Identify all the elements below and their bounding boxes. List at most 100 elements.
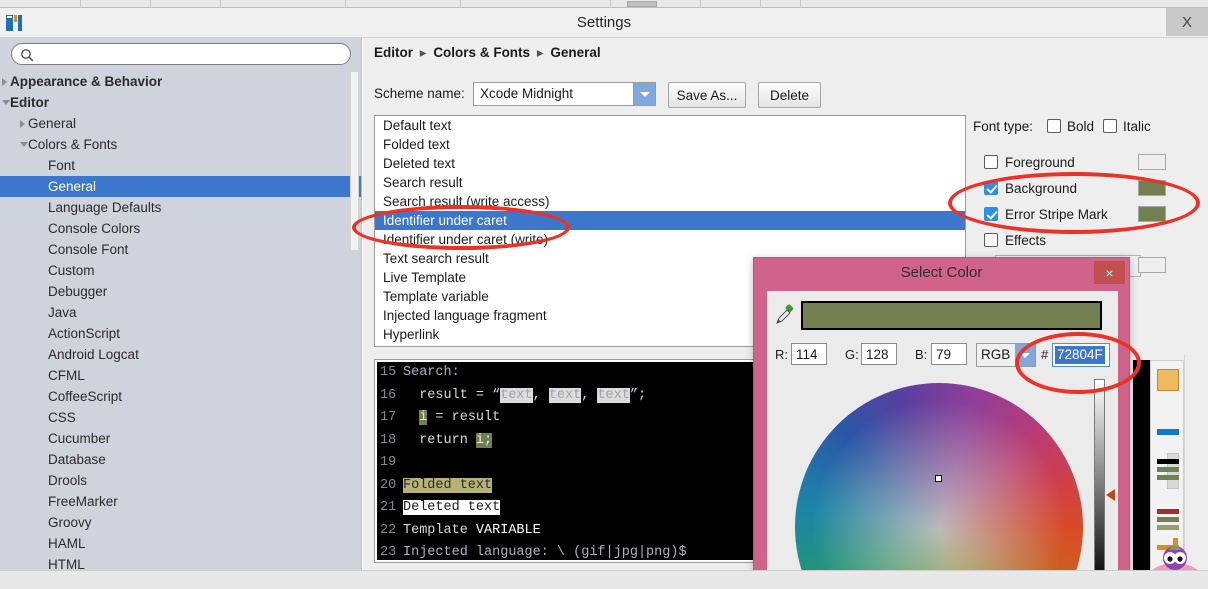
- sidebar-item-html[interactable]: HTML: [0, 554, 361, 570]
- attribute-row[interactable]: Default text: [375, 116, 965, 135]
- sidebar-item-label: Editor: [10, 95, 49, 110]
- foreground-checkbox[interactable]: [984, 155, 998, 169]
- sidebar-item-label: General: [28, 116, 77, 131]
- attribute-row[interactable]: Search result: [375, 173, 965, 192]
- font-type-label: Font type:: [973, 119, 1034, 134]
- chevron-down-icon[interactable]: [2, 100, 10, 105]
- sidebar-item-groovy[interactable]: Groovy: [0, 512, 361, 533]
- code-segment: ,: [581, 387, 598, 403]
- foreground-label: Foreground: [1005, 155, 1075, 170]
- sidebar-item-language-defaults[interactable]: Language Defaults: [0, 197, 361, 218]
- chevron-down-icon[interactable]: [1015, 344, 1035, 366]
- italic-checkbox[interactable]: [1103, 119, 1117, 133]
- attribute-row[interactable]: Identifier under caret (write): [375, 230, 965, 249]
- foreground-color-swatch[interactable]: [1138, 154, 1166, 170]
- code-segment: return: [403, 432, 476, 448]
- sidebar-item-haml[interactable]: HAML: [0, 533, 361, 554]
- sidebar-item-freemarker[interactable]: FreeMarker: [0, 491, 361, 512]
- scheme-name-dropdown[interactable]: Xcode Midnight: [473, 82, 656, 106]
- background-toolbar-strip: [0, 0, 1208, 8]
- code-segment: Folded text: [403, 477, 493, 493]
- channel-b-label: B:: [915, 347, 928, 362]
- background-checkbox[interactable]: [984, 181, 998, 195]
- sidebar-item-appearance-behavior[interactable]: Appearance & Behavior: [0, 71, 361, 92]
- effects-checkbox[interactable]: [984, 233, 998, 247]
- sidebar-item-label: Java: [48, 305, 77, 320]
- scheme-name-label: Scheme name:: [374, 86, 465, 101]
- search-input[interactable]: [38, 45, 344, 63]
- color-wheel-marker[interactable]: [935, 475, 942, 482]
- foreground-row: Foreground: [973, 151, 1205, 177]
- sidebar-item-label: General: [48, 179, 97, 194]
- breadcrumb-part-colors-fonts[interactable]: Colors & Fonts: [433, 45, 530, 60]
- error-stripe-mark[interactable]: [1157, 475, 1179, 480]
- sidebar-item-debugger[interactable]: Debugger: [0, 281, 361, 302]
- sidebar-item-colors-fonts[interactable]: Colors & Fonts: [0, 134, 361, 155]
- error-stripe-checkbox[interactable]: [984, 207, 998, 221]
- sidebar-item-label: Android Logcat: [48, 347, 139, 362]
- sidebar-item-cucumber[interactable]: Cucumber: [0, 428, 361, 449]
- window-close-button[interactable]: X: [1166, 8, 1208, 36]
- background-color-swatch[interactable]: [1138, 180, 1166, 196]
- hex-color-field[interactable]: 72804F: [1052, 343, 1110, 367]
- save-as-button[interactable]: Save As...: [668, 82, 746, 108]
- dialog-close-button[interactable]: ×: [1094, 261, 1125, 284]
- sidebar-item-font[interactable]: Font: [0, 155, 361, 176]
- breadcrumb-part-editor[interactable]: Editor: [374, 45, 413, 60]
- sidebar-item-general[interactable]: General: [0, 113, 361, 134]
- brightness-slider[interactable]: [1094, 379, 1105, 583]
- sidebar-item-css[interactable]: CSS: [0, 407, 361, 428]
- color-wheel[interactable]: [795, 383, 1083, 583]
- code-segment: VARIABLE: [475, 522, 541, 538]
- bottom-status-bar: [0, 570, 1208, 589]
- channel-r-label: R:: [775, 347, 788, 362]
- channel-b-field[interactable]: 79: [931, 343, 967, 365]
- sidebar-item-cfml[interactable]: CFML: [0, 365, 361, 386]
- bold-checkbox[interactable]: [1047, 119, 1061, 133]
- sidebar-item-custom[interactable]: Custom: [0, 260, 361, 281]
- error-stripe-color-swatch[interactable]: [1138, 206, 1166, 222]
- chevron-right-icon[interactable]: [2, 78, 7, 86]
- attribute-row[interactable]: Folded text: [375, 135, 965, 154]
- delete-button[interactable]: Delete: [758, 82, 821, 108]
- color-mode-dropdown[interactable]: RGB: [976, 343, 1036, 367]
- sidebar-item-label: CSS: [48, 410, 76, 425]
- channel-r-field[interactable]: 114: [791, 343, 827, 365]
- error-stripe-mark[interactable]: [1157, 429, 1179, 435]
- breadcrumb-separator-icon: ▸: [419, 45, 427, 60]
- chevron-down-icon[interactable]: [633, 83, 655, 105]
- eyedropper-icon[interactable]: [775, 303, 795, 325]
- sidebar-item-label: Database: [48, 452, 106, 467]
- error-stripe-mark[interactable]: [1157, 369, 1179, 391]
- chevron-down-icon[interactable]: [20, 142, 28, 147]
- sidebar-item-java[interactable]: Java: [0, 302, 361, 323]
- effects-color-swatch[interactable]: [1138, 257, 1166, 273]
- error-stripe-mark[interactable]: [1157, 509, 1179, 514]
- brightness-slider-knob[interactable]: [1106, 489, 1115, 501]
- sidebar-item-android-logcat[interactable]: Android Logcat: [0, 344, 361, 365]
- sidebar-item-label: Colors & Fonts: [28, 137, 118, 152]
- attribute-row[interactable]: Identifier under caret: [375, 211, 965, 230]
- attribute-row[interactable]: Search result (write access): [375, 192, 965, 211]
- sidebar-item-console-font[interactable]: Console Font: [0, 239, 361, 260]
- search-box[interactable]: [11, 43, 351, 65]
- sidebar-item-coffeescript[interactable]: CoffeeScript: [0, 386, 361, 407]
- sidebar-item-drools[interactable]: Drools: [0, 470, 361, 491]
- sidebar-item-actionscript[interactable]: ActionScript: [0, 323, 361, 344]
- sidebar-scrollbar[interactable]: [350, 71, 359, 251]
- sidebar-item-general[interactable]: General: [0, 176, 361, 197]
- line-number: 20: [380, 477, 397, 493]
- attribute-row[interactable]: Deleted text: [375, 154, 965, 173]
- channel-g-field[interactable]: 128: [861, 343, 897, 365]
- sidebar-item-database[interactable]: Database: [0, 449, 361, 470]
- chevron-right-icon[interactable]: [20, 120, 25, 128]
- error-stripe-mark[interactable]: [1157, 525, 1179, 530]
- sidebar-item-editor[interactable]: Editor: [0, 92, 361, 113]
- sidebar-item-console-colors[interactable]: Console Colors: [0, 218, 361, 239]
- error-stripe-mark[interactable]: [1157, 459, 1179, 464]
- code-segment: Search:: [403, 365, 460, 380]
- sidebar-item-label: Debugger: [48, 284, 108, 299]
- error-stripe-mark[interactable]: [1157, 517, 1179, 522]
- breadcrumb-part-general[interactable]: General: [550, 45, 600, 60]
- error-stripe-mark[interactable]: [1157, 467, 1179, 472]
